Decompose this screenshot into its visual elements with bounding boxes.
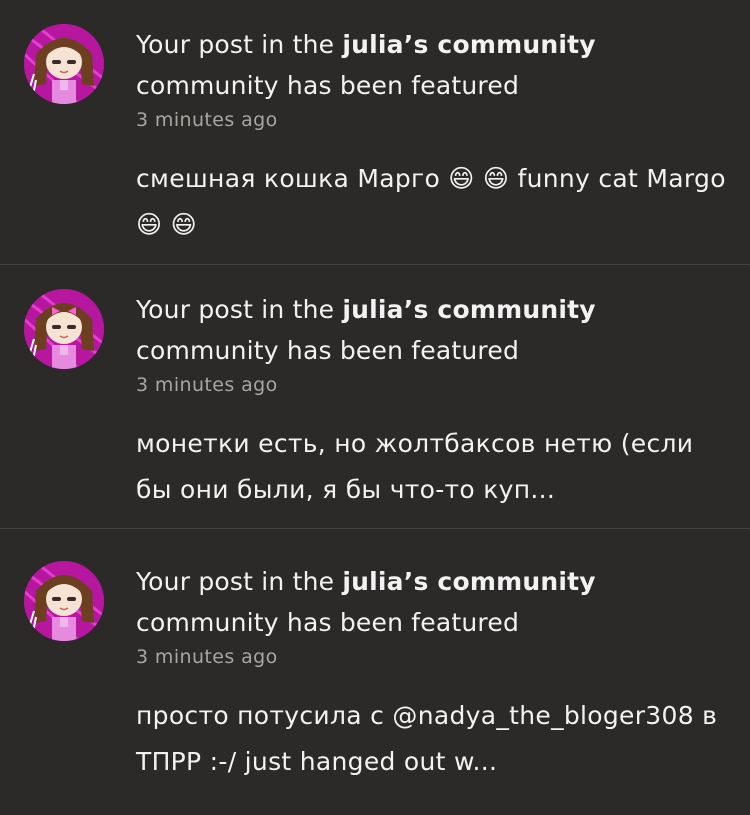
timestamp: 3 minutes ago xyxy=(136,646,278,668)
post-snippet: просто потусила с @nadya_the_bloger308 в… xyxy=(136,701,718,776)
community-name[interactable]: julia’s community xyxy=(342,295,595,324)
avatar-image xyxy=(24,561,104,641)
notification-title: Your post in the julia’s community commun… xyxy=(136,24,726,106)
avatar[interactable] xyxy=(24,289,104,369)
notification-feed: Your post in the julia’s community commun… xyxy=(0,0,750,815)
timestamp: 3 minutes ago xyxy=(136,109,278,131)
notification-item[interactable]: Your post in the julia’s community commun… xyxy=(0,0,750,265)
community-name[interactable]: julia’s community xyxy=(342,567,595,596)
notification-title: Your post in the julia’s community commun… xyxy=(136,561,726,643)
avatar-image xyxy=(24,289,104,369)
avatar[interactable] xyxy=(24,24,104,104)
avatar-image xyxy=(24,24,104,104)
timestamp: 3 minutes ago xyxy=(136,374,278,396)
community-name[interactable]: julia’s community xyxy=(342,30,595,59)
post-snippet: смешная кошка Марго 😄 😄 funny cat Margo … xyxy=(136,164,726,239)
title-suffix: community has been featured xyxy=(136,608,520,637)
notification-item[interactable]: Your post in the julia’s community commun… xyxy=(0,265,750,529)
notification-title: Your post in the julia’s community commun… xyxy=(136,289,726,371)
post-snippet: монетки есть, но жолтбаксов нетю (если б… xyxy=(136,429,694,504)
title-prefix: Your post in the xyxy=(136,567,343,596)
title-suffix: community has been featured xyxy=(136,71,520,100)
title-prefix: Your post in the xyxy=(136,30,343,59)
title-suffix: community has been featured xyxy=(136,336,520,365)
notification-item[interactable]: Your post in the julia’s community commun… xyxy=(0,529,750,815)
avatar[interactable] xyxy=(24,561,104,641)
title-prefix: Your post in the xyxy=(136,295,343,324)
